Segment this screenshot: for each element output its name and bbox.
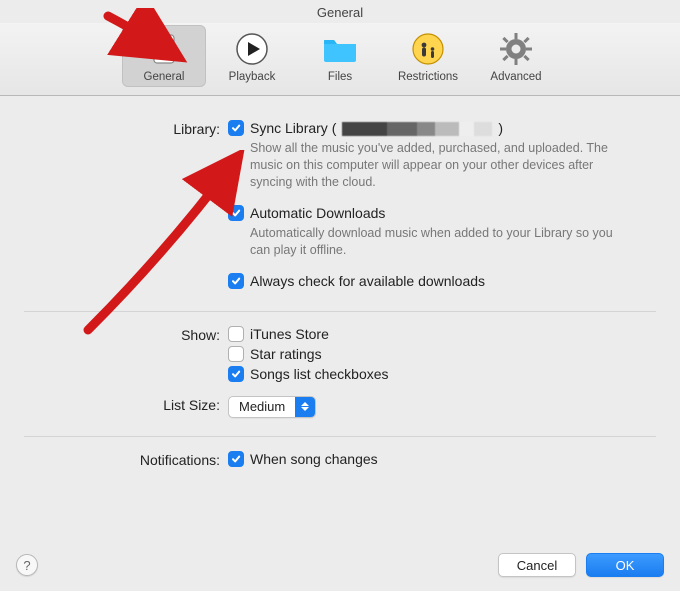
restrictions-icon <box>410 31 446 67</box>
cancel-button[interactable]: Cancel <box>498 553 576 577</box>
when-song-changes-checkbox[interactable] <box>228 451 244 467</box>
section-notifications: Notifications: When song changes <box>24 451 656 489</box>
list-size-popup[interactable]: Medium <box>228 396 316 418</box>
itunes-store-checkbox[interactable] <box>228 326 244 342</box>
list-size-label: List Size: <box>24 396 228 413</box>
songs-list-checkboxes-checkbox[interactable] <box>228 366 244 382</box>
automatic-downloads-checkbox[interactable] <box>228 205 244 221</box>
automatic-downloads-desc: Automatically download music when added … <box>250 225 620 259</box>
always-check-downloads-checkbox[interactable] <box>228 273 244 289</box>
help-button[interactable]: ? <box>16 554 38 576</box>
window-title: General <box>0 0 680 23</box>
toolbar-label: Restrictions <box>388 71 468 83</box>
preferences-content: Library: Sync Library () Show all the mu… <box>0 96 680 489</box>
itunes-store-label: iTunes Store <box>250 326 329 342</box>
toolbar-restrictions[interactable]: Restrictions <box>386 25 470 87</box>
library-label: Library: <box>24 120 228 137</box>
list-size-value: Medium <box>229 397 295 417</box>
sync-library-desc: Show all the music you've added, purchas… <box>250 140 620 191</box>
sync-library-label: Sync Library () <box>250 120 503 136</box>
section-show: Show: iTunes Store Star ratings Songs li… <box>24 326 656 437</box>
toolbar-label: Files <box>300 71 380 83</box>
general-icon <box>146 31 182 67</box>
ok-button[interactable]: OK <box>586 553 664 577</box>
toolbar-playback[interactable]: Playback <box>210 25 294 87</box>
toolbar-files[interactable]: Files <box>298 25 382 87</box>
redacted-account <box>342 122 492 136</box>
gear-icon <box>498 31 534 67</box>
preferences-toolbar: General Playback Files Restrictions Adva… <box>0 23 680 96</box>
songs-list-checkboxes-label: Songs list checkboxes <box>250 366 389 382</box>
folder-icon <box>322 31 358 67</box>
toolbar-general[interactable]: General <box>122 25 206 87</box>
section-library: Library: Sync Library () Show all the mu… <box>24 120 656 312</box>
star-ratings-label: Star ratings <box>250 346 322 362</box>
toolbar-advanced[interactable]: Advanced <box>474 25 558 87</box>
toolbar-label: Advanced <box>476 71 556 83</box>
playback-icon <box>234 31 270 67</box>
sync-library-checkbox[interactable] <box>228 120 244 136</box>
toolbar-label: Playback <box>212 71 292 83</box>
dialog-footer: ? Cancel OK <box>0 543 680 591</box>
automatic-downloads-label: Automatic Downloads <box>250 205 385 221</box>
toolbar-label: General <box>124 71 204 83</box>
star-ratings-checkbox[interactable] <box>228 346 244 362</box>
stepper-arrows-icon <box>295 397 315 417</box>
always-check-downloads-label: Always check for available downloads <box>250 273 485 289</box>
when-song-changes-label: When song changes <box>250 451 378 467</box>
show-label: Show: <box>24 326 228 343</box>
notifications-label: Notifications: <box>24 451 228 468</box>
